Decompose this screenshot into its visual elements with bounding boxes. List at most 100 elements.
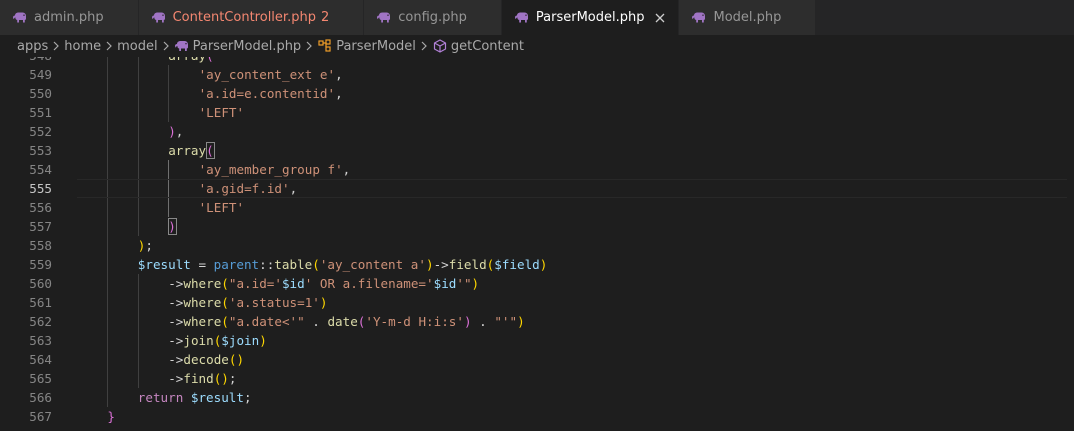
php-elephant-icon [376, 10, 392, 26]
code-token: ' OR a.filename=' [304, 276, 434, 291]
code-token: } [107, 409, 115, 424]
code-token: find [183, 371, 214, 386]
php-elephant-icon [12, 10, 28, 26]
line-number: 553 [29, 143, 52, 158]
code-token: 'LEFT' [198, 105, 245, 120]
line-number: 549 [29, 67, 52, 82]
code-text: ->join($join) [168, 331, 267, 350]
line-number: 551 [29, 105, 52, 120]
class-icon [317, 38, 333, 54]
code-line[interactable]: 556 'LEFT' [0, 198, 1074, 217]
code-token: 'Y-m-d H:i:s' [365, 314, 464, 329]
code-editor[interactable]: 548array(549'ay_content_ext e',550'a.id=… [0, 57, 1074, 431]
code-text: 'LEFT' [199, 198, 245, 217]
bracket-match-highlight [168, 218, 177, 235]
code-line[interactable]: 551 'LEFT' [0, 103, 1074, 122]
breadcrumb-folder[interactable]: home [64, 39, 101, 54]
chevron-right-icon [417, 41, 431, 51]
code-line[interactable]: 563 ->join($join) [0, 331, 1074, 350]
code-line[interactable]: 560 ->where("a.id='$id' OR a.filename='$i… [0, 274, 1074, 293]
code-token: 'LEFT' [198, 200, 245, 215]
tab-parsermodel-php[interactable]: ParserModel.php [501, 0, 680, 35]
code-line[interactable]: 566 return $result; [0, 388, 1074, 407]
code-token: date [327, 314, 358, 329]
method-cube-icon [432, 38, 448, 54]
line-number: 557 [29, 219, 52, 234]
code-token: "'" [494, 314, 518, 329]
code-text: 'a.gid=f.id', [199, 179, 298, 198]
code-token: ; [145, 238, 153, 253]
chevron-right-icon [102, 41, 116, 51]
code-token: , [335, 67, 343, 82]
code-token: -> [168, 352, 184, 367]
code-text: ); [138, 236, 153, 255]
code-line[interactable]: 564 ->decode() [0, 350, 1074, 369]
code-token: where [183, 276, 222, 291]
code-token: ( [221, 314, 229, 329]
breadcrumb-folder[interactable]: model [117, 39, 157, 54]
tab-label: config.php [398, 10, 467, 25]
line-number: 559 [29, 257, 52, 272]
breadcrumb: apps home model ParserModel.php ParserModel g… [0, 35, 1074, 57]
code-line[interactable]: 562 ->where("a.date<'" . date('Y-m-d H:i:… [0, 312, 1074, 331]
code-token: $result [137, 257, 191, 272]
code-line[interactable]: 558); [0, 236, 1074, 255]
code-line[interactable]: 567} [0, 407, 1074, 426]
tab-label: ParserModel.php [535, 10, 645, 25]
tab-admin-php[interactable]: admin.php [0, 0, 139, 35]
code-token: 'ay_content a' [319, 257, 426, 272]
code-token: , [342, 162, 351, 177]
code-token: ) [425, 257, 434, 272]
code-line[interactable]: 554 'ay_member_group f', [0, 160, 1074, 179]
line-number: 566 [29, 390, 52, 405]
code-line[interactable]: 557) [0, 217, 1074, 236]
close-icon[interactable] [652, 10, 668, 26]
code-token: ; [243, 390, 252, 405]
code-token: decode [183, 352, 229, 367]
line-number: 562 [29, 314, 52, 329]
code-token: $join [221, 333, 260, 348]
code-token: . [304, 314, 328, 329]
code-line[interactable]: 552), [0, 122, 1074, 141]
code-token: ) [319, 295, 328, 310]
code-token: 'a.status=1' [228, 295, 320, 310]
tab-label: ContentController.php [172, 10, 316, 25]
code-line[interactable]: 555 'a.gid=f.id', [0, 179, 1074, 198]
code-token: $id [281, 276, 305, 291]
code-text: 'ay_content_ext e', [199, 65, 343, 84]
code-token: 'ay_content_ext e' [198, 67, 336, 82]
code-token: array [168, 143, 207, 158]
breadcrumb-class-label: ParserModel [336, 38, 416, 54]
code-text: $result = parent::table('ay_content a')-… [138, 255, 548, 274]
code-token: "a.date<'" [228, 314, 305, 329]
code-line[interactable]: 548 array( [0, 57, 1074, 65]
code-token: 'ay_member_group f' [198, 162, 343, 177]
code-text: 'LEFT' [199, 103, 245, 122]
code-token: '" [456, 276, 472, 291]
code-line[interactable]: 550 'a.id=e.contentid', [0, 84, 1074, 103]
tab-contentcontroller-php[interactable]: ContentController.php 2 [138, 0, 365, 35]
code-token: join [183, 333, 214, 348]
breadcrumb-method[interactable]: getContent [432, 38, 524, 54]
code-text: ->where('a.status=1') [168, 293, 327, 312]
line-number: 555 [29, 181, 52, 196]
tab-model-php[interactable]: Model.php [679, 0, 817, 35]
code-token: ) [168, 124, 176, 139]
breadcrumb-folder[interactable]: apps [17, 39, 48, 54]
code-line[interactable]: 565 ->find(); [0, 369, 1074, 388]
php-elephant-icon [691, 10, 707, 26]
code-line[interactable]: 559 $result = parent::table('ay_content a… [0, 255, 1074, 274]
code-token: ( [221, 295, 229, 310]
code-text: return $result; [138, 388, 252, 407]
code-line[interactable]: 553 array( [0, 141, 1074, 160]
code-line[interactable]: 549 'ay_content_ext e', [0, 65, 1074, 84]
code-line[interactable]: 561 ->where('a.status=1') [0, 293, 1074, 312]
breadcrumb-file[interactable]: ParserModel.php [174, 38, 301, 54]
tab-config-php[interactable]: config.php [364, 0, 502, 35]
code-token: ( [312, 257, 320, 272]
code-token: -> [433, 257, 449, 272]
code-token: ) [463, 314, 472, 329]
tab-label: Model.php [713, 10, 782, 25]
breadcrumb-class[interactable]: ParserModel [317, 38, 416, 54]
